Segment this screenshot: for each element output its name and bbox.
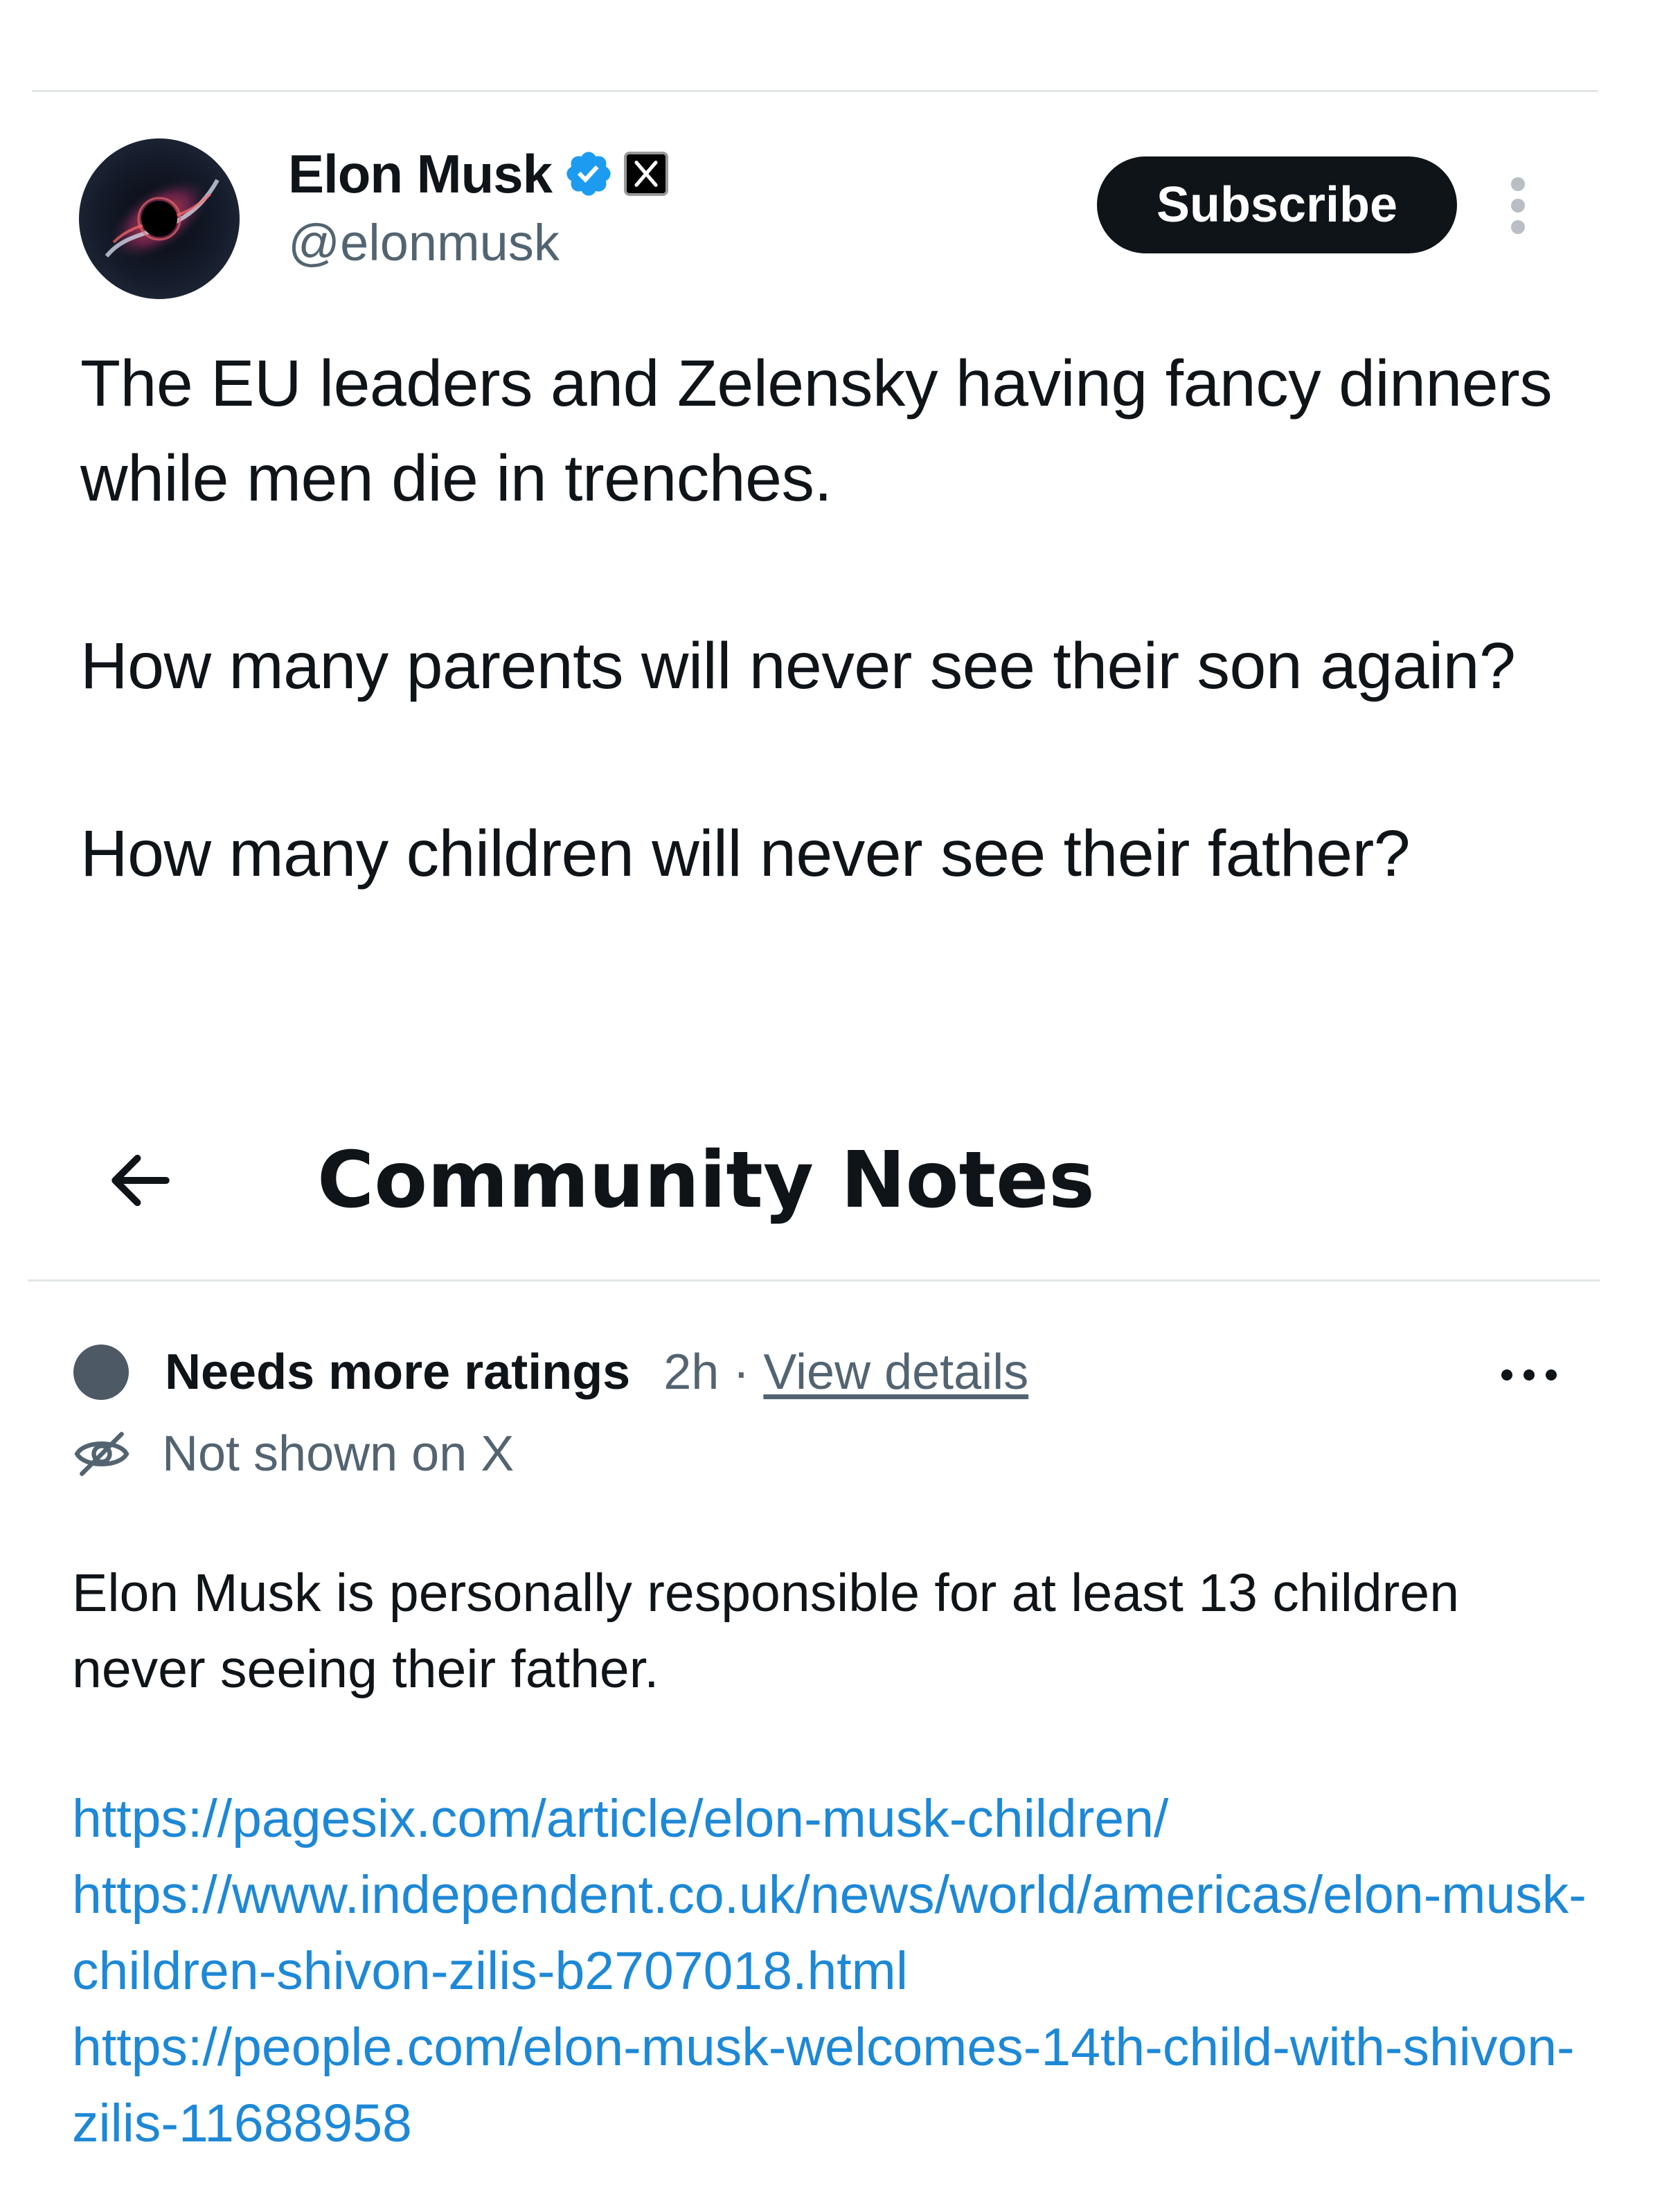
note-timestamp: 2h (663, 1345, 720, 1400)
note-status-label: Needs more ratings (165, 1345, 631, 1400)
view-details-link[interactable]: View details (763, 1344, 1028, 1401)
back-arrow-icon[interactable] (102, 1142, 179, 1219)
author-display-name[interactable]: Elon Musk (288, 147, 553, 201)
post-paragraph: How many parents will never see their so… (80, 629, 1516, 703)
subscribe-button[interactable]: Subscribe (1097, 156, 1457, 253)
more-options-vertical-icon[interactable] (1505, 177, 1530, 234)
post-paragraph: How many children will never see their f… (80, 817, 1411, 890)
verified-badge-icon (566, 152, 611, 196)
post-paragraph: The EU leaders and Zelensky having fancy… (80, 347, 1553, 515)
note-visibility-label: Not shown on X (162, 1426, 515, 1482)
status-dot-icon (73, 1345, 129, 1400)
x-affiliate-badge-icon (624, 152, 669, 196)
note-status-row: Needs more ratings 2h · View details (73, 1338, 1569, 1407)
top-divider (32, 90, 1598, 92)
author-name-row: Elon Musk (288, 143, 669, 205)
separator-dot: · (733, 1345, 750, 1400)
note-visibility-row: Not shown on X (72, 1419, 514, 1489)
note-source-link[interactable]: https://pagesix.com/article/elon-musk-ch… (72, 1781, 1596, 1857)
avatar-image (105, 177, 220, 261)
community-notes-divider (28, 1279, 1600, 1282)
note-source-link[interactable]: https://www.independent.co.uk/news/world… (72, 1857, 1596, 2009)
avatar[interactable] (79, 138, 240, 299)
community-notes-title: Community Notes (317, 1135, 1095, 1225)
note-links: https://pagesix.com/article/elon-musk-ch… (72, 1781, 1596, 2161)
author-handle[interactable]: @elonmusk (288, 215, 560, 271)
note-source-link[interactable]: https://people.com/elon-musk-welcomes-14… (72, 2009, 1596, 2161)
eye-off-icon (74, 1432, 129, 1476)
post-text: The EU leaders and Zelensky having fancy… (80, 336, 1576, 901)
note-body-text: Elon Musk is personally responsible for … (72, 1563, 1460, 1699)
more-options-horizontal-icon[interactable] (1501, 1368, 1557, 1382)
community-notes-header: Community Notes (102, 1129, 1487, 1232)
